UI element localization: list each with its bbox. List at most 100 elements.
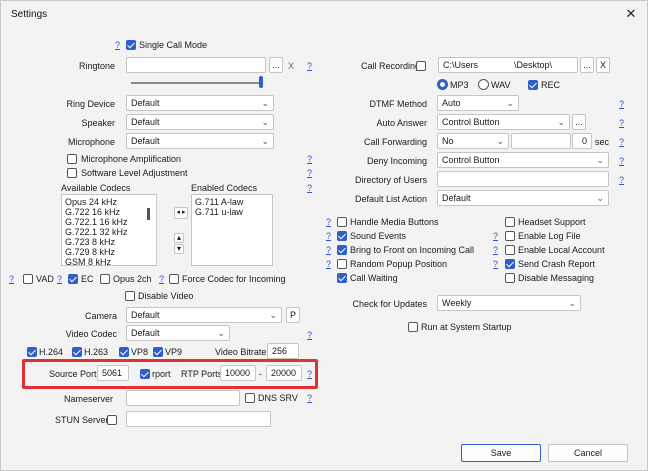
recording-clear-button[interactable]: X xyxy=(596,57,610,73)
help-link-call-forwarding[interactable]: ? xyxy=(619,136,624,148)
ringtone-volume-thumb[interactable] xyxy=(259,76,263,88)
default-list-action-select[interactable]: Default ⌄ xyxy=(437,190,609,206)
mic-amplification-checkbox[interactable] xyxy=(67,154,77,164)
ringtone-volume-slider[interactable] xyxy=(131,82,263,84)
check-for-updates-select[interactable]: Weekly ⌄ xyxy=(437,295,581,311)
enabled-codecs-list[interactable]: G.711 A-law G.711 u-law xyxy=(191,194,273,266)
vp8-checkbox[interactable] xyxy=(119,347,129,357)
ring-device-select[interactable]: Default ⌄ xyxy=(126,95,274,111)
help-link-ringtone[interactable]: ? xyxy=(307,60,312,72)
help-link-codecs[interactable]: ? xyxy=(307,182,312,194)
software-level-checkbox[interactable] xyxy=(67,168,77,178)
h263-checkbox[interactable] xyxy=(72,347,82,357)
list-item[interactable]: G.722 16 kHz xyxy=(65,207,153,217)
call-waiting-checkbox[interactable] xyxy=(337,273,347,283)
rec-checkbox[interactable] xyxy=(528,80,538,90)
list-item[interactable]: G.711 u-law xyxy=(195,207,269,217)
rport-checkbox[interactable] xyxy=(140,369,150,379)
save-button[interactable]: Save xyxy=(461,444,541,462)
run-at-startup-checkbox[interactable] xyxy=(408,322,418,332)
help-link-dns[interactable]: ? xyxy=(307,392,312,404)
help-link-auto-answer[interactable]: ? xyxy=(619,117,624,129)
stun-server-input[interactable] xyxy=(126,411,271,427)
h264-checkbox[interactable] xyxy=(27,347,37,357)
rtp-port-from-input[interactable]: 10000 xyxy=(220,365,256,381)
help-link-software-level[interactable]: ? xyxy=(307,167,312,179)
camera-preview-button[interactable]: P xyxy=(286,307,300,323)
send-crash-report-checkbox[interactable] xyxy=(505,259,515,269)
help-link-dtmf[interactable]: ? xyxy=(619,98,624,110)
help-link-force-codec[interactable]: ? xyxy=(159,273,164,285)
help-link-bring-to-front[interactable]: ? xyxy=(326,244,331,256)
list-item[interactable]: G.723 8 kHz xyxy=(65,237,153,247)
sound-events-checkbox[interactable] xyxy=(337,231,347,241)
bring-to-front-checkbox[interactable] xyxy=(337,245,347,255)
stun-server-checkbox[interactable] xyxy=(107,415,117,425)
dns-srv-checkbox[interactable] xyxy=(245,393,255,403)
enable-local-account-checkbox[interactable] xyxy=(505,245,515,255)
dtmf-method-select[interactable]: Auto ⌄ xyxy=(437,95,519,111)
enable-log-file-checkbox[interactable] xyxy=(505,231,515,241)
call-forwarding-seconds-input[interactable]: 0 xyxy=(572,133,592,149)
list-item[interactable]: G.711 A-law xyxy=(195,197,269,207)
headset-support-checkbox[interactable] xyxy=(505,217,515,227)
random-popup-checkbox[interactable] xyxy=(337,259,347,269)
ringtone-clear-button[interactable]: X xyxy=(288,60,294,72)
rtp-port-to-input[interactable]: 20000 xyxy=(266,365,302,381)
scrollbar-thumb[interactable] xyxy=(147,208,150,220)
list-item[interactable]: GSM 8 kHz xyxy=(65,257,153,265)
cancel-button[interactable]: Cancel xyxy=(548,444,628,462)
call-forwarding-number-input[interactable] xyxy=(511,133,571,149)
mp3-radio[interactable] xyxy=(437,79,448,90)
help-link-video-codec[interactable]: ? xyxy=(307,329,312,341)
recording-path-input[interactable]: C:\Users \Desktop\ xyxy=(438,57,578,73)
close-icon[interactable]: ✕ xyxy=(621,5,641,23)
ringtone-input[interactable] xyxy=(126,57,266,73)
directory-of-users-input[interactable] xyxy=(437,171,609,187)
move-down-button[interactable]: ▾ xyxy=(174,244,184,254)
list-item[interactable]: Opus 24 kHz xyxy=(65,197,153,207)
help-link-ec[interactable]: ? xyxy=(57,273,62,285)
single-call-mode-checkbox[interactable] xyxy=(126,40,136,50)
deny-incoming-select[interactable]: Control Button ⌄ xyxy=(437,152,609,168)
help-link-single-call[interactable]: ? xyxy=(115,39,120,51)
help-link-deny-incoming[interactable]: ? xyxy=(619,155,624,167)
video-bitrate-input[interactable]: 256 xyxy=(267,343,299,359)
move-codec-button[interactable]: ◂ ▸ xyxy=(174,207,188,219)
help-link-random-popup[interactable]: ? xyxy=(326,258,331,270)
auto-answer-select[interactable]: Control Button ⌄ xyxy=(437,114,570,130)
vp9-checkbox[interactable] xyxy=(153,347,163,357)
wav-radio[interactable] xyxy=(478,79,489,90)
move-up-button[interactable]: ▴ xyxy=(174,233,184,243)
force-codec-checkbox[interactable] xyxy=(169,274,179,284)
auto-answer-options-button[interactable]: ... xyxy=(572,114,586,130)
help-link-sound-events[interactable]: ? xyxy=(326,230,331,242)
source-port-input[interactable]: 5061 xyxy=(97,365,129,381)
help-link-ports[interactable]: ? xyxy=(307,368,312,380)
vad-checkbox[interactable] xyxy=(23,274,33,284)
list-item[interactable]: G.722.1 16 kHz xyxy=(65,217,153,227)
video-codec-select[interactable]: Default ⌄ xyxy=(126,325,230,341)
list-item[interactable]: G.729 8 kHz xyxy=(65,247,153,257)
ec-checkbox[interactable] xyxy=(68,274,78,284)
opus-2ch-checkbox[interactable] xyxy=(100,274,110,284)
available-codecs-list[interactable]: Opus 24 kHz G.722 16 kHz G.722.1 16 kHz … xyxy=(61,194,157,266)
disable-messaging-checkbox[interactable] xyxy=(505,273,515,283)
list-item[interactable]: G.722.1 32 kHz xyxy=(65,227,153,237)
help-link-mic-amp[interactable]: ? xyxy=(307,153,312,165)
help-link-directory[interactable]: ? xyxy=(619,174,624,186)
help-link-media-buttons[interactable]: ? xyxy=(326,216,331,228)
recording-browse-button[interactable]: ... xyxy=(580,57,594,73)
camera-select[interactable]: Default ⌄ xyxy=(126,307,282,323)
call-recording-checkbox[interactable] xyxy=(416,61,426,71)
microphone-select[interactable]: Default ⌄ xyxy=(126,133,274,149)
nameserver-input[interactable] xyxy=(126,390,240,406)
ringtone-browse-button[interactable]: ... xyxy=(269,57,283,73)
disable-video-checkbox[interactable] xyxy=(125,291,135,301)
help-link-local-account[interactable]: ? xyxy=(493,244,498,256)
call-forwarding-select[interactable]: No ⌄ xyxy=(437,133,509,149)
help-link-vad[interactable]: ? xyxy=(9,273,14,285)
handle-media-buttons-checkbox[interactable] xyxy=(337,217,347,227)
speaker-select[interactable]: Default ⌄ xyxy=(126,114,274,130)
help-link-crash-report[interactable]: ? xyxy=(493,258,498,270)
